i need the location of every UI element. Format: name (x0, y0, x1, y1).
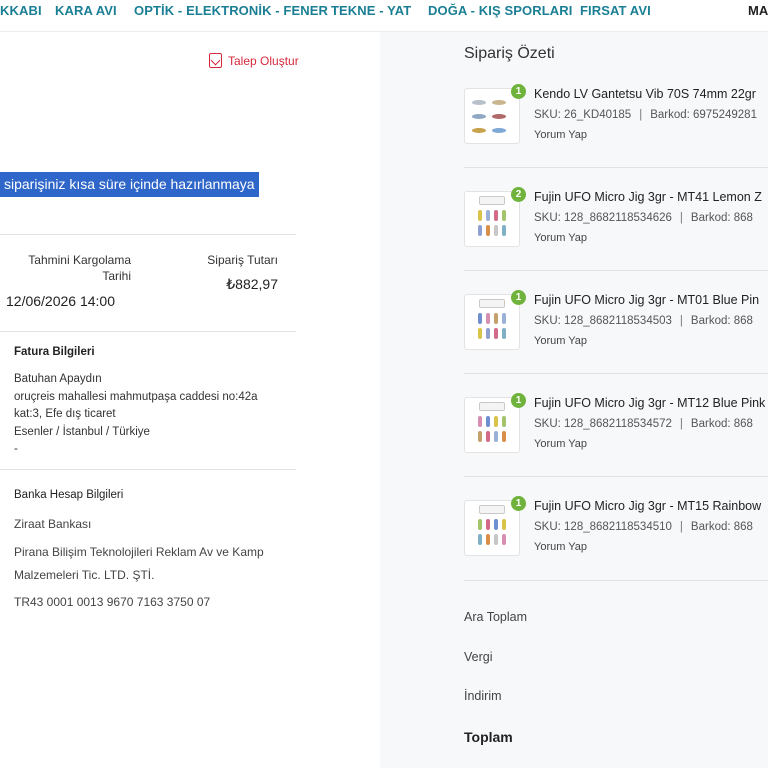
create-request-label: Talep Oluştur (228, 53, 299, 68)
bank-company-line2: Malzemeleri Tic. LTD. ŞTİ. (14, 568, 155, 582)
quantity-badge: 1 (511, 290, 526, 305)
nav-item-ma[interactable]: MA (748, 3, 768, 18)
divider (0, 234, 296, 235)
order-item: 1 Fujin UFO Micro Jig 3gr - MT15 Rainbow… (464, 496, 768, 599)
product-sku: SKU: 128_8682118534572 (534, 418, 672, 430)
product-meta: SKU: 128_8682118534626 | Barkod: 868 (534, 212, 753, 224)
bank-company-line1: Pirana Bilişim Teknolojileri Reklam Av v… (14, 545, 264, 559)
product-barcode: Barkod: 868 (690, 418, 753, 430)
item-divider (464, 270, 768, 271)
review-link[interactable]: Yorum Yap (534, 438, 587, 450)
meta-separator: | (679, 212, 683, 224)
nav-item-doga-kis-sporlari[interactable]: DOĞA - KIŞ SPORLARI (428, 3, 572, 18)
product-name[interactable]: Fujin UFO Micro Jig 3gr - MT15 Rainbow (534, 499, 761, 513)
product-sku: SKU: 128_8682118534626 (534, 212, 672, 224)
invoice-address: Batuhan Apaydın oruçreis mahallesi mahmu… (14, 371, 294, 459)
order-item: 1 Kendo LV Gantetsu Vib 70S 74mm 22gr SK… (464, 84, 768, 187)
invoice-address-line3: Esenler / İstanbul / Türkiye (14, 425, 150, 438)
quantity-badge: 1 (511, 84, 526, 99)
product-barcode: Barkod: 868 (690, 521, 753, 533)
product-image[interactable] (464, 294, 520, 350)
divider (0, 469, 296, 470)
nav-item-kara-avi[interactable]: KARA AVI (55, 3, 117, 18)
quantity-badge: 2 (511, 187, 526, 202)
product-sku: SKU: 128_8682118534503 (534, 315, 672, 327)
bank-iban: TR43 0001 0013 9670 7163 3750 07 (14, 595, 211, 609)
product-name[interactable]: Fujin UFO Micro Jig 3gr - MT41 Lemon Z (534, 190, 762, 204)
review-link[interactable]: Yorum Yap (534, 335, 587, 347)
ship-date-value: 12/06/2026 14:00 (6, 293, 115, 309)
ship-date-label: Tahmini Kargolama Tarihi (20, 252, 131, 284)
nav-item-tekne-yat[interactable]: TEKNE - YAT (331, 3, 411, 18)
top-navigation: KKABI KARA AVI OPTİK - ELEKTRONİK - FENE… (0, 0, 768, 32)
item-divider (464, 580, 768, 581)
product-name[interactable]: Fujin UFO Micro Jig 3gr - MT01 Blue Pin (534, 293, 759, 307)
review-link[interactable]: Yorum Yap (534, 129, 587, 141)
meta-separator: | (679, 521, 683, 533)
divider (0, 331, 296, 332)
product-image[interactable] (464, 191, 520, 247)
total-label: Toplam (464, 729, 513, 745)
invoice-address-line1: oruçreis mahallesi mahmutpaşa caddesi no… (14, 390, 258, 403)
order-summary-title: Sipariş Özeti (464, 45, 555, 62)
product-barcode: Barkod: 868 (690, 212, 753, 224)
nav-item-kkabi[interactable]: KKABI (0, 3, 42, 18)
review-link[interactable]: Yorum Yap (534, 541, 587, 553)
product-meta: SKU: 128_8682118534510 | Barkod: 868 (534, 521, 753, 533)
meta-separator: | (679, 315, 683, 327)
quantity-badge: 1 (511, 393, 526, 408)
product-image[interactable] (464, 88, 520, 144)
nav-item-firsat-avi[interactable]: FIRSAT AVI (580, 3, 651, 18)
item-divider (464, 167, 768, 168)
meta-separator: | (679, 418, 683, 430)
item-divider (464, 476, 768, 477)
product-image[interactable] (464, 397, 520, 453)
order-item: 1 Fujin UFO Micro Jig 3gr - MT12 Blue Pi… (464, 393, 768, 496)
order-item: 1 Fujin UFO Micro Jig 3gr - MT01 Blue Pi… (464, 290, 768, 393)
create-request-link[interactable]: Talep Oluştur (209, 53, 299, 68)
bank-title: Banka Hesap Bilgileri (14, 489, 124, 501)
order-status-message: siparişiniz kısa süre içinde hazırlanmay… (0, 172, 259, 197)
product-sku: SKU: 26_KD40185 (534, 109, 632, 121)
product-meta: SKU: 128_8682118534503 | Barkod: 868 (534, 315, 753, 327)
product-meta: SKU: 128_8682118534572 | Barkod: 868 (534, 418, 753, 430)
invoice-address-line2: kat:3, Efe dış ticaret (14, 408, 116, 420)
product-image[interactable] (464, 500, 520, 556)
discount-label: İndirim (464, 689, 502, 703)
invoice-address-line4: - (14, 443, 18, 455)
ship-date-label-line2: Tarihi (102, 269, 131, 283)
product-name[interactable]: Kendo LV Gantetsu Vib 70S 74mm 22gr (534, 87, 756, 101)
nav-item-optik-elektronik-fener[interactable]: OPTİK - ELEKTRONİK - FENER (134, 3, 328, 18)
invoice-title: Fatura Bilgileri (14, 346, 95, 358)
item-divider (464, 373, 768, 374)
meta-separator: | (639, 109, 643, 121)
subtotal-label: Ara Toplam (464, 610, 527, 624)
invoice-name: Batuhan Apaydın (14, 373, 102, 385)
product-barcode: Barkod: 6975249281 (650, 109, 757, 121)
bank-name: Ziraat Bankası (14, 517, 92, 531)
order-amount-label: Sipariş Tutarı (207, 253, 278, 267)
quantity-badge: 1 (511, 496, 526, 511)
product-meta: SKU: 26_KD40185 | Barkod: 6975249281 (534, 109, 757, 121)
product-barcode: Barkod: 868 (690, 315, 753, 327)
review-link[interactable]: Yorum Yap (534, 232, 587, 244)
tax-label: Vergi (464, 650, 493, 664)
order-item: 2 Fujin UFO Micro Jig 3gr - MT41 Lemon Z… (464, 187, 768, 290)
product-name[interactable]: Fujin UFO Micro Jig 3gr - MT12 Blue Pink (534, 396, 765, 410)
ship-date-label-line1: Tahmini Kargolama (28, 253, 131, 267)
order-amount-value: ₺882,97 (226, 276, 278, 292)
product-sku: SKU: 128_8682118534510 (534, 521, 672, 533)
document-check-icon (209, 53, 222, 68)
